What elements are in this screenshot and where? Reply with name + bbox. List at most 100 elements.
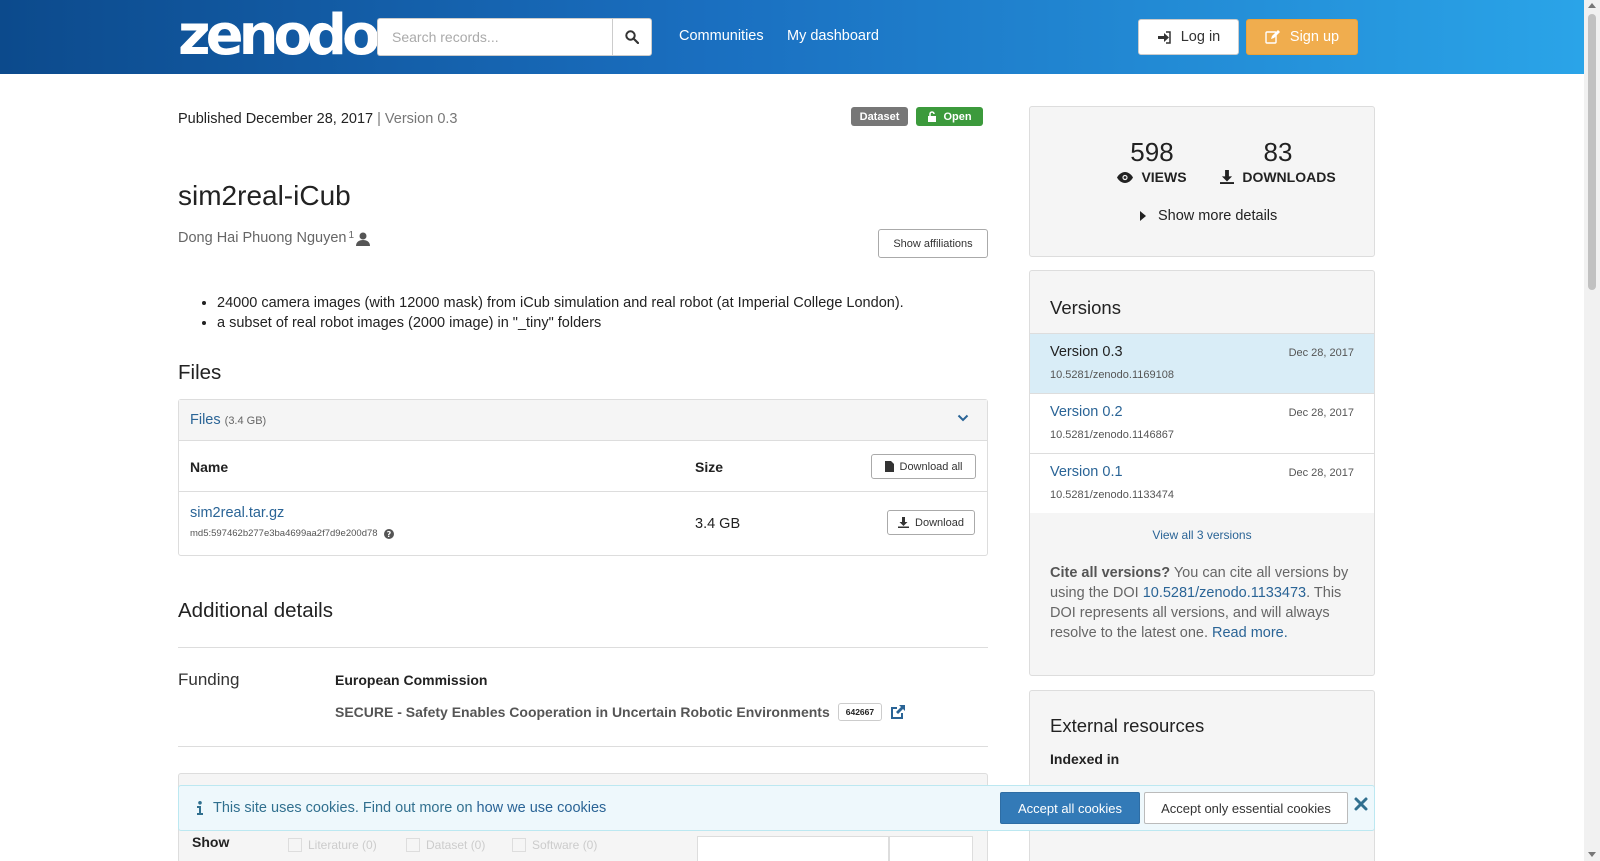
record-version: Version 0.3 [384, 111, 458, 127]
downloads-stat: 83 DOWNLOADS [1215, 137, 1341, 185]
cookie-message: This site uses cookies. Find out more on… [197, 800, 606, 816]
site-header: zenodo Communities My dashboard Log in S… [0, 0, 1584, 74]
stats-panel: 598 VIEWS 83 DOWNLOADS Show more details [1029, 106, 1375, 257]
read-more-link[interactable]: Read more. [1212, 625, 1288, 641]
description-item: 24000 camera images (with 12000 mask) fr… [217, 293, 904, 313]
files-heading: Files [178, 361, 222, 384]
unlock-icon [928, 111, 937, 122]
info-icon [197, 801, 203, 815]
signup-button[interactable]: Sign up [1246, 19, 1358, 55]
close-icon[interactable] [1353, 796, 1369, 812]
grant-info: SECURE - Safety Enables Cooperation in U… [335, 703, 906, 721]
sign-in-icon [1157, 30, 1171, 44]
version-separator: | [377, 111, 381, 127]
files-panel-label: Files [190, 412, 221, 428]
accept-essential-cookies-button[interactable]: Accept only essential cookies [1144, 792, 1348, 824]
record-description: 24000 camera images (with 12000 mask) fr… [217, 293, 904, 333]
external-resources-title: External resources [1050, 715, 1205, 736]
publication-info: Published December 28, 2017 | Version 0.… [178, 111, 457, 127]
record-authors: Dong Hai Phuong Nguyen 1 [178, 230, 371, 246]
downloads-label: DOWNLOADS [1242, 169, 1336, 185]
download-icon [898, 517, 910, 528]
filter-checkbox[interactable] [512, 838, 526, 852]
show-more-details[interactable]: Show more details [1140, 208, 1277, 224]
question-icon[interactable]: ? [383, 528, 394, 539]
resource-type-badge[interactable]: Dataset [851, 107, 908, 126]
affiliation-marker: 1 [348, 230, 355, 241]
citations-search-input[interactable] [697, 836, 889, 861]
author-name[interactable]: Dong Hai Phuong Nguyen [178, 230, 346, 246]
download-all-button[interactable]: Download all [871, 454, 976, 479]
files-panel-header[interactable]: Files (3.4 GB) [179, 400, 987, 441]
versions-panel: Versions Version 0.3 Dec 28, 2017 10.528… [1029, 270, 1375, 676]
filter-option[interactable]: Software (0) [512, 838, 597, 852]
svg-text:?: ? [386, 530, 391, 539]
signup-label: Sign up [1289, 29, 1340, 45]
views-count: 598 [1130, 137, 1174, 167]
version-doi: 10.5281/zenodo.1133474 [1050, 489, 1174, 501]
filter-option[interactable]: Dataset (0) [406, 838, 485, 852]
nav-my-dashboard[interactable]: My dashboard [787, 28, 879, 44]
version-date: Dec 28, 2017 [1288, 347, 1354, 359]
file-checksum: md5:597462b277e3ba4699aa2f7d9e200d78 ? [190, 528, 394, 539]
funding-label: Funding [178, 670, 240, 689]
search-form [377, 18, 652, 56]
indexed-in-label: Indexed in [1050, 751, 1120, 767]
views-stat: 598 VIEWS [1092, 137, 1212, 185]
version-link[interactable]: Version 0.2 [1050, 404, 1123, 420]
files-table-header: Name Size Download all [179, 441, 987, 492]
version-item-active[interactable]: Version 0.3 Dec 28, 2017 10.5281/zenodo.… [1030, 333, 1374, 393]
access-badge[interactable]: Open [916, 107, 983, 126]
zenodo-logo[interactable]: zenodo [178, 8, 380, 64]
citations-search-button[interactable] [889, 836, 973, 861]
file-link[interactable]: sim2real.tar.gz [190, 505, 284, 521]
filter-option-label: Dataset (0) [426, 838, 486, 852]
accept-all-cookies-button[interactable]: Accept all cookies [1000, 792, 1140, 824]
published-date: Published December 28, 2017 [178, 111, 374, 127]
views-label: VIEWS [1141, 169, 1187, 185]
version-link[interactable]: Version 0.1 [1050, 464, 1123, 480]
search-input[interactable] [377, 18, 612, 56]
download-label: Download [915, 516, 964, 529]
version-date: Dec 28, 2017 [1288, 467, 1354, 479]
login-button[interactable]: Log in [1138, 19, 1239, 55]
version-name: Version 0.3 [1050, 344, 1123, 360]
show-affiliations-button[interactable]: Show affiliations [878, 229, 988, 258]
nav-communities[interactable]: Communities [679, 28, 764, 44]
column-name: Name [190, 459, 229, 475]
search-icon [625, 30, 639, 44]
downloads-label-row: DOWNLOADS [1215, 169, 1341, 185]
show-more-details-label: Show more details [1158, 208, 1278, 224]
search-button[interactable] [612, 18, 652, 56]
record-title: sim2real-iCub [178, 180, 351, 211]
caret-right-icon [1140, 211, 1146, 221]
view-all-versions-link[interactable]: View all 3 versions [1030, 528, 1374, 542]
scroll-up-arrow[interactable] [1588, 3, 1596, 8]
divider [178, 746, 988, 747]
scroll-thumb[interactable] [1588, 14, 1596, 290]
cookie-policy-link[interactable]: how we use cookies [477, 800, 607, 816]
filter-option-label: Literature (0) [308, 838, 377, 852]
scroll-down-arrow[interactable] [1588, 852, 1596, 857]
external-link-icon[interactable] [890, 704, 906, 720]
filter-checkbox[interactable] [288, 838, 302, 852]
filter-option[interactable]: Literature (0) [288, 838, 377, 852]
views-label-row: VIEWS [1092, 169, 1212, 185]
login-label: Log in [1180, 29, 1221, 45]
filter-checkbox[interactable] [406, 838, 420, 852]
eye-icon [1117, 171, 1134, 183]
version-item[interactable]: Version 0.2 Dec 28, 2017 10.5281/zenodo.… [1030, 393, 1374, 453]
column-size: Size [695, 459, 724, 475]
download-icon [1220, 170, 1235, 184]
files-total-size: (3.4 GB) [224, 415, 267, 427]
version-item[interactable]: Version 0.1 Dec 28, 2017 10.5281/zenodo.… [1030, 453, 1374, 513]
files-toggle[interactable]: Files (3.4 GB) [190, 412, 266, 428]
concept-doi-link[interactable]: 10.5281/zenodo.1133473 [1143, 585, 1306, 601]
versions-title: Versions [1050, 297, 1121, 318]
funder-name: European Commission [335, 672, 488, 688]
download-button[interactable]: Download [887, 510, 975, 535]
file-icon [884, 461, 894, 472]
chevron-down-icon[interactable] [957, 413, 969, 423]
page-scrollbar[interactable] [1584, 0, 1600, 861]
additional-details-heading: Additional details [178, 599, 333, 622]
